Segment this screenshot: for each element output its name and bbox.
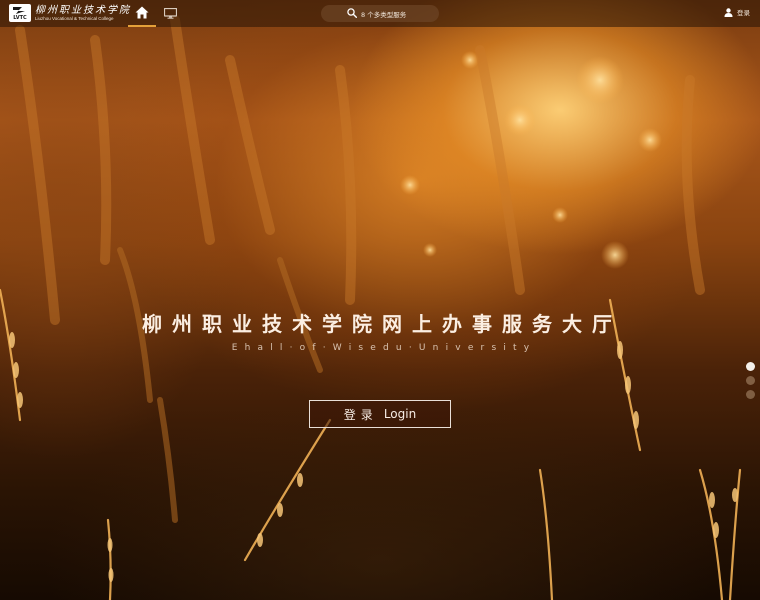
service-search-box[interactable]: 8 个多类型服务 xyxy=(321,5,439,22)
logo-badge-text: LVTC xyxy=(13,15,27,21)
home-icon xyxy=(135,6,149,19)
logo-name-en: Liuzhou Vocational & Technical College xyxy=(35,15,114,21)
logo-badge: LVTC xyxy=(9,4,31,22)
carousel-dot[interactable] xyxy=(746,390,755,399)
page-title: 柳州职业技术学院网上办事服务大厅 xyxy=(142,312,622,336)
college-logo[interactable]: LVTC 柳州职业技术学院 Liuzhou Vocational & Techn… xyxy=(9,4,131,22)
desktop-icon xyxy=(163,8,177,19)
login-label-en: Login xyxy=(383,407,417,421)
search-icon xyxy=(347,8,357,18)
user-icon xyxy=(724,7,733,17)
nav-desktop-tab[interactable] xyxy=(158,0,182,27)
nav-home-tab[interactable] xyxy=(128,0,156,27)
user-login-link[interactable]: 登录 xyxy=(724,7,750,17)
page-subtitle: Ehall·of·Wisedu·University xyxy=(231,343,537,353)
grass-background-art xyxy=(0,15,742,600)
carousel-dot[interactable] xyxy=(746,362,755,371)
login-label-cn: 登录 xyxy=(343,407,378,422)
search-placeholder: 8 个多类型服务 xyxy=(361,10,407,19)
logo-name-cn: 柳州职业技术学院 xyxy=(35,4,131,16)
carousel-indicators xyxy=(746,362,755,404)
top-navigation-bar: LVTC 柳州职业技术学院 Liuzhou Vocational & Techn… xyxy=(0,0,760,27)
login-button[interactable]: 登录 Login xyxy=(309,400,451,428)
user-login-label: 登录 xyxy=(737,9,750,17)
carousel-dot[interactable] xyxy=(746,376,755,385)
